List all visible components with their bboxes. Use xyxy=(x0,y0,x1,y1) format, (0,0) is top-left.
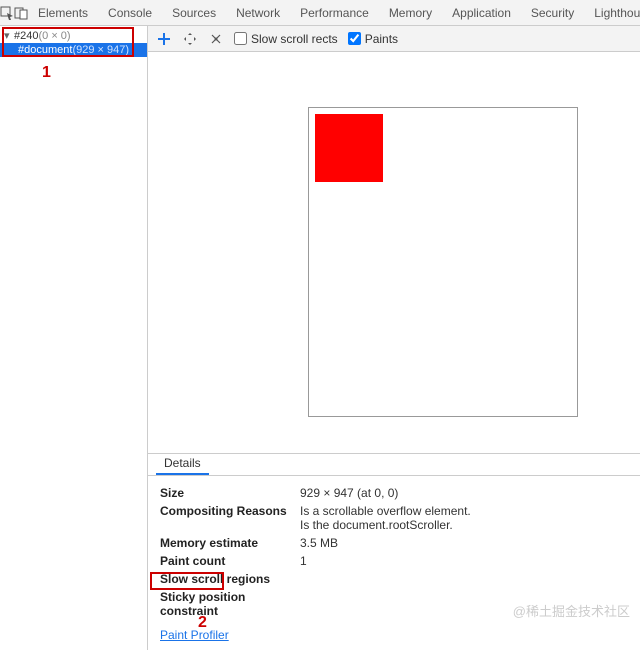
paints-input[interactable] xyxy=(348,32,361,45)
pan-icon[interactable] xyxy=(182,31,198,47)
tree-row-label: #240 xyxy=(14,30,38,42)
tree-expand-icon[interactable]: ▾ xyxy=(4,29,14,42)
paint-profiler-link[interactable]: Paint Profiler xyxy=(160,628,229,642)
device-toggle-icon[interactable] xyxy=(14,0,28,26)
detail-label: Compositing Reasons xyxy=(160,504,300,532)
detail-label: Size xyxy=(160,486,300,500)
layers-tree-sidebar: ▾#240(0 × 0) #document(929 × 947) xyxy=(0,26,148,650)
tab-sources[interactable]: Sources xyxy=(162,0,226,26)
reset-view-icon[interactable] xyxy=(156,31,172,47)
detail-row-paintcount: Paint count 1 xyxy=(160,552,628,570)
tab-network[interactable]: Network xyxy=(226,0,290,26)
detail-value: 1 xyxy=(300,554,307,568)
paints-checkbox[interactable]: Paints xyxy=(348,32,398,46)
detail-value: 929 × 947 (at 0, 0) xyxy=(300,486,398,500)
layers-content: Slow scroll rects Paints Details Size 92… xyxy=(148,26,640,650)
tree-row-root[interactable]: ▾#240(0 × 0) xyxy=(0,28,147,43)
layer-viewport-box xyxy=(308,107,578,417)
devtools-tab-bar: Elements Console Sources Network Perform… xyxy=(0,0,640,26)
tab-lighthouse[interactable]: Lighthouse xyxy=(584,0,640,26)
details-panel: Details Size 929 × 947 (at 0, 0) Composi… xyxy=(148,453,640,650)
tab-console[interactable]: Console xyxy=(98,0,162,26)
detail-label: Sticky position constraint xyxy=(160,590,300,618)
slow-scroll-rects-checkbox[interactable]: Slow scroll rects xyxy=(234,32,338,46)
details-body: Size 929 × 947 (at 0, 0) Compositing Rea… xyxy=(148,476,640,650)
slow-scroll-rects-input[interactable] xyxy=(234,32,247,45)
detail-label: Paint count xyxy=(160,554,300,568)
inspect-icon[interactable] xyxy=(0,0,14,26)
detail-row-compositing: Compositing Reasons Is a scrollable over… xyxy=(160,502,628,534)
paints-label: Paints xyxy=(365,32,398,46)
tree-row-label: #document xyxy=(18,44,72,56)
tree-row-dim: (0 × 0) xyxy=(38,30,70,42)
detail-row-size: Size 929 × 947 (at 0, 0) xyxy=(160,484,628,502)
tree-row-dim: (929 × 947) xyxy=(72,44,129,56)
details-tab-details[interactable]: Details xyxy=(156,453,209,475)
tab-memory[interactable]: Memory xyxy=(379,0,442,26)
main-pane: ▾#240(0 × 0) #document(929 × 947) Slow s… xyxy=(0,26,640,650)
tab-security[interactable]: Security xyxy=(521,0,584,26)
tab-elements[interactable]: Elements xyxy=(28,0,98,26)
slow-scroll-rects-label: Slow scroll rects xyxy=(251,32,338,46)
detail-row-sticky: Sticky position constraint xyxy=(160,588,628,620)
detail-label: Memory estimate xyxy=(160,536,300,550)
layers-tree: ▾#240(0 × 0) #document(929 × 947) xyxy=(0,26,147,59)
layer-canvas[interactable] xyxy=(148,52,640,453)
detail-label: Slow scroll regions xyxy=(160,572,300,586)
tree-row-document[interactable]: #document(929 × 947) xyxy=(0,43,147,57)
tab-performance[interactable]: Performance xyxy=(290,0,379,26)
rotate-icon[interactable] xyxy=(208,31,224,47)
layers-toolbar: Slow scroll rects Paints xyxy=(148,26,640,52)
detail-value: 3.5 MB xyxy=(300,536,338,550)
detail-row-slowscroll: Slow scroll regions xyxy=(160,570,628,588)
painted-layer-box xyxy=(315,114,383,182)
detail-row-memory: Memory estimate 3.5 MB xyxy=(160,534,628,552)
details-tab-bar: Details xyxy=(148,454,640,476)
detail-value: Is a scrollable overflow element. Is the… xyxy=(300,504,471,532)
tab-application[interactable]: Application xyxy=(442,0,521,26)
